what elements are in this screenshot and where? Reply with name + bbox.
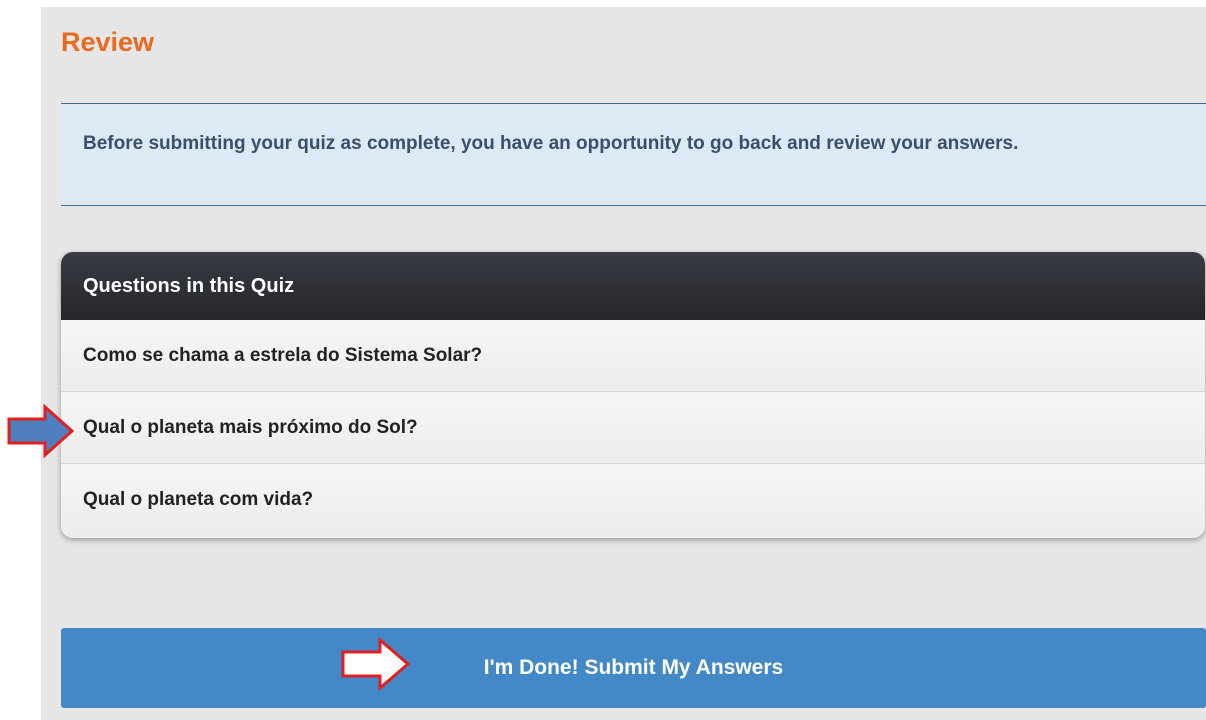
questions-panel-header: Questions in this Quiz [61,252,1205,320]
question-item-3[interactable]: Qual o planeta com vida? [61,464,1205,538]
questions-panel: Questions in this Quiz Como se chama a e… [61,252,1205,538]
question-item-1[interactable]: Como se chama a estrela do Sistema Solar… [61,320,1205,392]
submit-pointer-arrow-icon [341,636,411,692]
question-item-2[interactable]: Qual o planeta mais próximo do Sol? [61,392,1205,464]
review-notice: Before submitting your quiz as complete,… [61,103,1206,206]
question-pointer-arrow-icon [7,403,75,459]
page-title: Review [61,27,155,57]
review-page: Review Before submitting your quiz as co… [41,7,1206,720]
submit-answers-button[interactable]: I'm Done! Submit My Answers [61,628,1206,708]
